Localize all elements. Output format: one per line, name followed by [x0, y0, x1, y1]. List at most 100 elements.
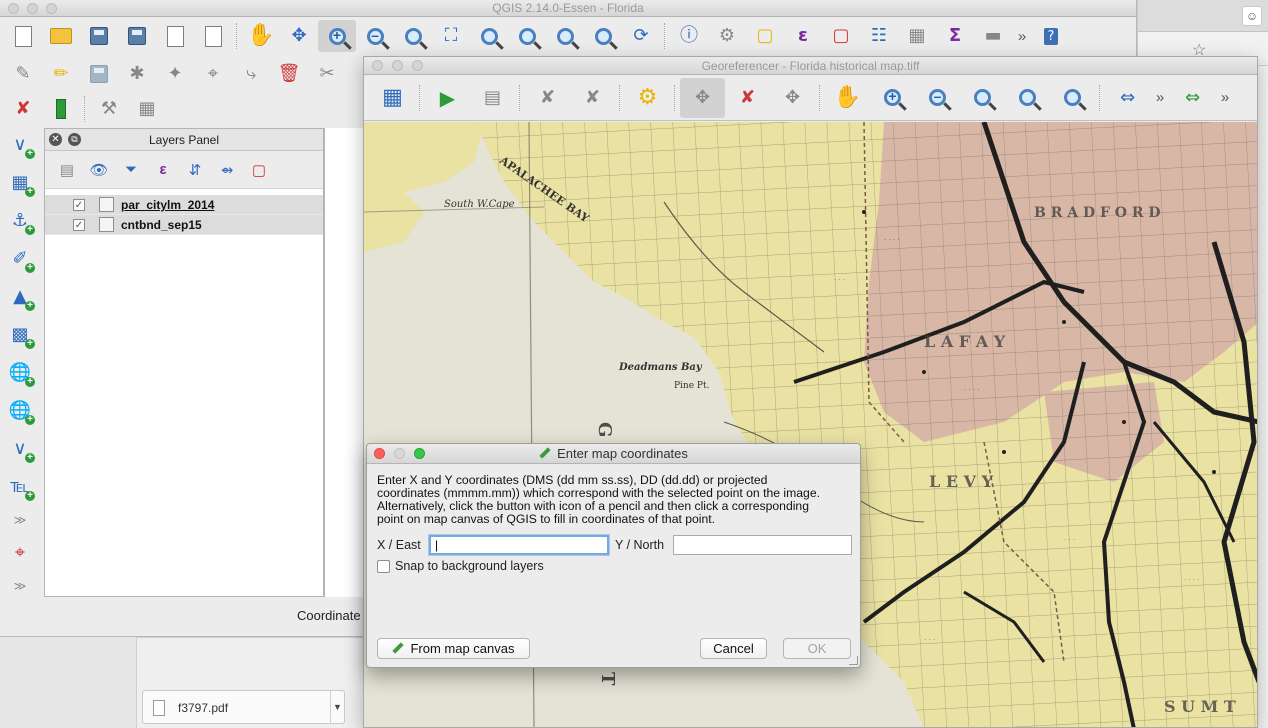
pan-map-button[interactable]: ✋ [242, 20, 280, 52]
window-zoom-button[interactable] [46, 3, 57, 14]
move-gcp-point-button[interactable]: ✥ [770, 78, 815, 118]
dialog-zoom-button[interactable] [414, 448, 425, 459]
save-project-button[interactable] [80, 20, 118, 52]
expand-all-icon[interactable]: ⇵ [179, 156, 211, 184]
delete-selected-button[interactable]: 🗑 [270, 58, 308, 90]
save-gcp-points-button[interactable]: ✘ [570, 78, 615, 118]
generate-gdal-script-button[interactable]: ▤ [470, 78, 515, 118]
add-raster-layer-button[interactable]: ▦ + [0, 164, 40, 202]
transformation-settings-button[interactable]: ⚙ [625, 78, 670, 118]
run-action-button[interactable]: ⚙ [708, 20, 746, 52]
zoom-in-button[interactable] [318, 20, 356, 52]
download-menu-chevron-icon[interactable]: ▼ [330, 691, 344, 723]
filter-expression-icon[interactable]: ε [147, 156, 179, 184]
cut-features-button[interactable]: ✂ [308, 58, 346, 90]
layer-symbol-swatch[interactable] [99, 197, 114, 212]
profile-icon[interactable]: ☺ [1242, 6, 1262, 26]
add-wfs-layer-button[interactable]: ∨ + [0, 430, 40, 468]
left-toolbar-more-chevron-icon-2[interactable]: ≫ [0, 572, 40, 600]
node-tool-button[interactable]: ⌖ [194, 58, 232, 90]
window-minimize-button[interactable] [27, 3, 38, 14]
manage-visibility-eye-icon[interactable]: 👁 [83, 156, 115, 184]
new-print-composer-button[interactable] [156, 20, 194, 52]
move-feature-button[interactable]: ✦ [156, 58, 194, 90]
georef-close-button[interactable] [372, 60, 383, 71]
resize-grip-icon[interactable] [849, 656, 858, 665]
window-close-button[interactable] [8, 3, 19, 14]
toggle-editing-button[interactable]: ✏ [42, 58, 80, 90]
select-features-button[interactable]: ▢ [746, 20, 784, 52]
add-point-button[interactable]: ✥ [680, 77, 725, 118]
download-item[interactable]: f3797.pdf ▼ [142, 690, 345, 724]
add-group-button[interactable]: ▤ [51, 156, 83, 184]
add-oracle-layer-button[interactable]: ▩ + [0, 316, 40, 354]
add-spatialite-layer-button[interactable]: ✐ + [0, 240, 40, 278]
attribute-table-button[interactable]: ☷ [860, 20, 898, 52]
pan-to-selection-button[interactable]: ✥ [280, 20, 318, 52]
georef-zoom-layer-button[interactable] [960, 78, 1005, 118]
from-map-canvas-button[interactable]: From map canvas [377, 638, 530, 659]
add-wms-layer-button[interactable]: 🌐 + [0, 354, 40, 392]
left-toolbar-more-chevron-icon[interactable]: ≫ [0, 506, 40, 534]
save-layer-edits-button[interactable] [80, 58, 118, 90]
georeferencer-plugin-button[interactable]: ✘ [4, 93, 42, 125]
dialog-close-button[interactable] [374, 448, 385, 459]
digitizing-tools-button[interactable]: ⚒ [90, 93, 128, 125]
open-project-button[interactable] [42, 20, 80, 52]
zoom-out-button[interactable] [356, 20, 394, 52]
help-button[interactable]: ? [1032, 20, 1070, 52]
composer-manager-button[interactable] [194, 20, 232, 52]
toolbar-overflow-chevron-icon[interactable]: » [1012, 28, 1032, 45]
zoom-to-layer-button[interactable] [508, 20, 546, 52]
select-by-expression-button[interactable]: ε [784, 20, 822, 52]
start-georeferencing-button[interactable]: ▶ [425, 78, 470, 118]
collapse-all-icon[interactable]: ⇴ [211, 156, 243, 184]
zoom-to-selection-button[interactable] [470, 20, 508, 52]
georef-toolbar-overflow-chevron-icon-2[interactable]: » [1215, 89, 1235, 106]
current-edits-button[interactable]: ✎ [4, 58, 42, 90]
load-gcp-points-button[interactable]: ✘ [525, 78, 570, 118]
link-georef-to-qgis-button[interactable]: ⇔ [1105, 78, 1150, 118]
layer-color-button[interactable] [42, 93, 80, 125]
layer-row[interactable]: ✓ cntbnd_sep15 [45, 215, 323, 235]
zoom-native-button[interactable] [394, 20, 432, 52]
georef-toolbar-overflow-chevron-icon[interactable]: » [1150, 89, 1170, 106]
save-as-button[interactable] [118, 20, 156, 52]
deselect-all-button[interactable]: ▢ [822, 20, 860, 52]
georef-zoom-last-button[interactable] [1005, 78, 1050, 118]
add-vector-layer-button[interactable]: ∨ + [0, 126, 40, 164]
snap-checkbox[interactable] [377, 560, 390, 573]
statistical-summary-button[interactable]: ▦ [898, 20, 936, 52]
add-postgis-layer-button[interactable]: ⚓ + [0, 202, 40, 240]
remove-layer-icon[interactable]: ▢ [243, 156, 275, 184]
link-qgis-to-georef-button[interactable]: ⇔ [1170, 78, 1215, 118]
zoom-full-button[interactable]: ⛶ [432, 20, 470, 52]
ok-button[interactable]: OK [783, 638, 851, 659]
add-wcs-layer-button[interactable]: 🌐 + [0, 392, 40, 430]
vertex-tool-button[interactable]: ⤷ [232, 58, 270, 90]
filter-legend-icon[interactable]: ⏷ [115, 156, 147, 184]
layer-symbol-swatch[interactable] [99, 217, 114, 232]
delete-point-button[interactable]: ✘ [725, 78, 770, 118]
field-calculator-button[interactable]: Σ [936, 20, 974, 52]
layer-visibility-checkbox[interactable]: ✓ [73, 219, 85, 231]
cancel-button[interactable]: Cancel [700, 638, 767, 659]
y-north-input[interactable] [673, 535, 852, 555]
georef-zoom-button[interactable] [412, 60, 423, 71]
layer-visibility-checkbox[interactable]: ✓ [73, 199, 85, 211]
zoom-last-button[interactable] [546, 20, 584, 52]
open-raster-button[interactable]: ▦ [370, 78, 415, 118]
georef-zoom-in-button[interactable] [870, 78, 915, 118]
refresh-button[interactable]: ⟳ [622, 20, 660, 52]
identify-features-button[interactable]: ⓘ [670, 20, 708, 52]
x-east-input[interactable] [429, 535, 609, 555]
georef-pan-button[interactable]: ✋ [825, 78, 870, 118]
layer-row[interactable]: ✓ par_citylm_2014 [45, 195, 323, 215]
table-tools-button[interactable]: ▦ [128, 93, 166, 125]
add-mssql-layer-button[interactable]: ▲ + [0, 278, 40, 316]
measure-line-button[interactable]: ▬ [974, 20, 1012, 52]
georef-zoom-out-button[interactable] [915, 78, 960, 118]
add-feature-button[interactable]: ✱ [118, 58, 156, 90]
new-project-button[interactable] [4, 20, 42, 52]
zoom-next-button[interactable] [584, 20, 622, 52]
